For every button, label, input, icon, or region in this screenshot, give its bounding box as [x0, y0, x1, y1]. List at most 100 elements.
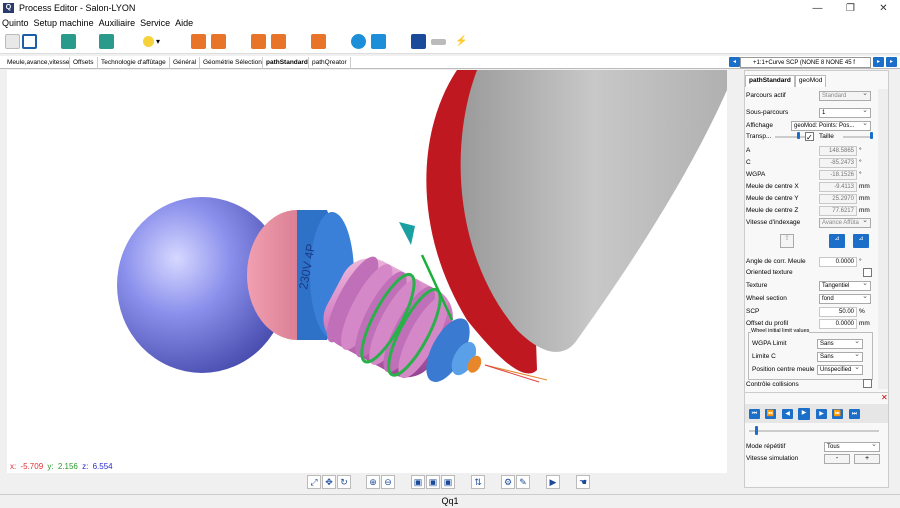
3d-viewport[interactable]: 230V 4P: [7, 70, 727, 473]
texture-select[interactable]: Tangentiel: [819, 281, 871, 291]
tab-nav-left-icon[interactable]: ◂: [729, 57, 740, 67]
grinder-icon[interactable]: [99, 34, 114, 49]
vitesse-simulation-label: Vitesse simulation: [746, 455, 799, 462]
taille-label: Taille: [819, 133, 834, 140]
affichage-select[interactable]: geoMod: Points: Pos...: [791, 121, 871, 131]
close-panel-icon[interactable]: ✕: [881, 394, 888, 402]
simulation-progress-track[interactable]: [749, 430, 879, 432]
wgpa-label: WGPA: [746, 171, 766, 178]
view-side-icon[interactable]: ▣: [426, 475, 440, 489]
taille-checkbox[interactable]: ✓: [805, 132, 814, 142]
tool-view-icon[interactable]: ✎: [516, 475, 530, 489]
hand-icon[interactable]: ☚: [576, 475, 590, 489]
curve-select[interactable]: +1:1+Curve SCP (NONE 8 NONE 45 f: [740, 57, 871, 68]
transp-slider[interactable]: [775, 136, 805, 138]
tab-offsets[interactable]: Offsets: [70, 57, 98, 69]
tab-geometrie-selection[interactable]: Géométrie Sélection: [200, 57, 263, 69]
tab-meule-avance-vitesse[interactable]: Meule,avance,vitesse: [4, 57, 70, 69]
transp-slider-handle[interactable]: [797, 132, 800, 139]
view-front-icon[interactable]: ▣: [411, 475, 425, 489]
settings-icon[interactable]: [351, 34, 366, 49]
tab-menu-icon[interactable]: ▸: [886, 57, 897, 67]
taille-slider[interactable]: [843, 136, 873, 138]
tab-technologie-affutage[interactable]: Technologie d'affûtage: [98, 57, 170, 69]
taille-slider-handle[interactable]: [870, 132, 873, 139]
app-logo: Q: [3, 3, 14, 13]
play-view-icon[interactable]: ▶: [546, 475, 560, 489]
zoom-fit-icon[interactable]: ⤢: [307, 475, 321, 489]
tab-path-qreator[interactable]: pathQreator: [309, 57, 351, 69]
editor-tabs: Meule,avance,vitesse Offsets Technologie…: [0, 56, 900, 69]
parcours-actif-select[interactable]: Standard: [819, 91, 871, 101]
sous-parcours-label: Sous-parcours: [746, 109, 789, 116]
tab-general[interactable]: Général: [170, 57, 200, 69]
plane-xz-button[interactable]: ⊿: [829, 234, 845, 248]
oriented-texture-checkbox[interactable]: [863, 268, 872, 277]
position-centre-select[interactable]: Unspecified: [817, 365, 863, 375]
machine-icon[interactable]: [61, 34, 76, 49]
limite-c-label: Limite C: [752, 353, 776, 360]
close-button[interactable]: ✕: [867, 0, 900, 16]
swap-icon[interactable]: ⇅: [471, 475, 485, 489]
table-icon[interactable]: [22, 34, 37, 49]
player-step-forward-icon[interactable]: ▶: [816, 409, 827, 419]
panel-scrollbar[interactable]: [878, 89, 888, 389]
wgpa-limit-select[interactable]: Sans: [817, 339, 863, 349]
tab-nav-right-icon[interactable]: ▸: [873, 57, 884, 67]
probe-icon[interactable]: [431, 39, 446, 45]
plane-button[interactable]: ⊿: [853, 234, 869, 248]
simulation-progress-handle[interactable]: [755, 426, 758, 435]
menu-service[interactable]: Service: [138, 18, 173, 28]
wgpa-limit-label: WGPA Limit: [752, 340, 787, 347]
window-title: Process Editor - Salon-LYON: [19, 3, 136, 13]
scp-input[interactable]: 50.00: [819, 307, 857, 317]
menu-quinto[interactable]: Quinto: [0, 18, 32, 28]
player-play-icon[interactable]: ▶: [798, 408, 810, 420]
speed-plus-button[interactable]: +: [854, 454, 880, 464]
vitesse-indexage-select[interactable]: Avance Affûta: [819, 218, 871, 228]
pan-icon[interactable]: ✥: [322, 475, 336, 489]
program-icon[interactable]: [191, 34, 206, 49]
player-step-back-icon[interactable]: ◀: [782, 409, 793, 419]
limite-c-select[interactable]: Sans: [817, 352, 863, 362]
menu-aide[interactable]: Aide: [173, 18, 196, 28]
angle-corr-input[interactable]: 0.0000: [819, 257, 857, 267]
player-rewind-icon[interactable]: ⏪: [765, 409, 776, 419]
controle-collisions-label: Contrôle collisions: [746, 381, 799, 388]
c-value: -85.2473: [819, 158, 857, 168]
zoom-in-icon[interactable]: ⊕: [366, 475, 380, 489]
view-top-icon[interactable]: ▣: [441, 475, 455, 489]
player-last-icon[interactable]: ⏭: [849, 409, 860, 419]
gauge-icon[interactable]: [271, 34, 286, 49]
setup-icon[interactable]: [251, 34, 266, 49]
sous-parcours-select[interactable]: 1: [819, 108, 871, 118]
transp-label: Transp...: [746, 133, 772, 140]
offset-profil-input[interactable]: 0.0000: [819, 319, 857, 329]
camera-icon[interactable]: [411, 34, 426, 49]
machine-view-icon[interactable]: ⚙: [501, 475, 515, 489]
grid-icon[interactable]: [311, 34, 326, 49]
light-icon[interactable]: [143, 36, 154, 47]
save-icon[interactable]: [5, 34, 20, 49]
zoom-out-icon[interactable]: ⊖: [381, 475, 395, 489]
speed-minus-button[interactable]: -: [824, 454, 850, 464]
controle-collisions-checkbox[interactable]: [863, 379, 872, 388]
minimize-button[interactable]: —: [801, 0, 834, 16]
dropdown-arrow-icon[interactable]: ▾: [156, 34, 165, 49]
flash-icon[interactable]: ⚡: [454, 34, 469, 49]
move-up-button[interactable]: ⇧: [780, 234, 794, 248]
menu-auxiliaire[interactable]: Auxiliaire: [97, 18, 139, 28]
angle-corr-label: Angle de corr. Meule: [746, 258, 806, 265]
maximize-button[interactable]: ❐: [834, 0, 867, 16]
player-first-icon[interactable]: ⏮: [749, 409, 760, 419]
tab-path-standard[interactable]: pathStandard: [263, 57, 309, 69]
tool-icon[interactable]: [211, 34, 226, 49]
mode-repetitif-select[interactable]: Tous: [824, 442, 880, 452]
panel-tab-geomod[interactable]: geoMod: [794, 75, 827, 87]
rotate-icon[interactable]: ↻: [337, 475, 351, 489]
player-fast-forward-icon[interactable]: ⏩: [832, 409, 843, 419]
panel-tab-path-standard[interactable]: pathStandard: [745, 75, 795, 87]
menu-setup-machine[interactable]: Setup machine: [32, 18, 97, 28]
wheel-section-select[interactable]: fond: [819, 294, 871, 304]
measure-icon[interactable]: [371, 34, 386, 49]
